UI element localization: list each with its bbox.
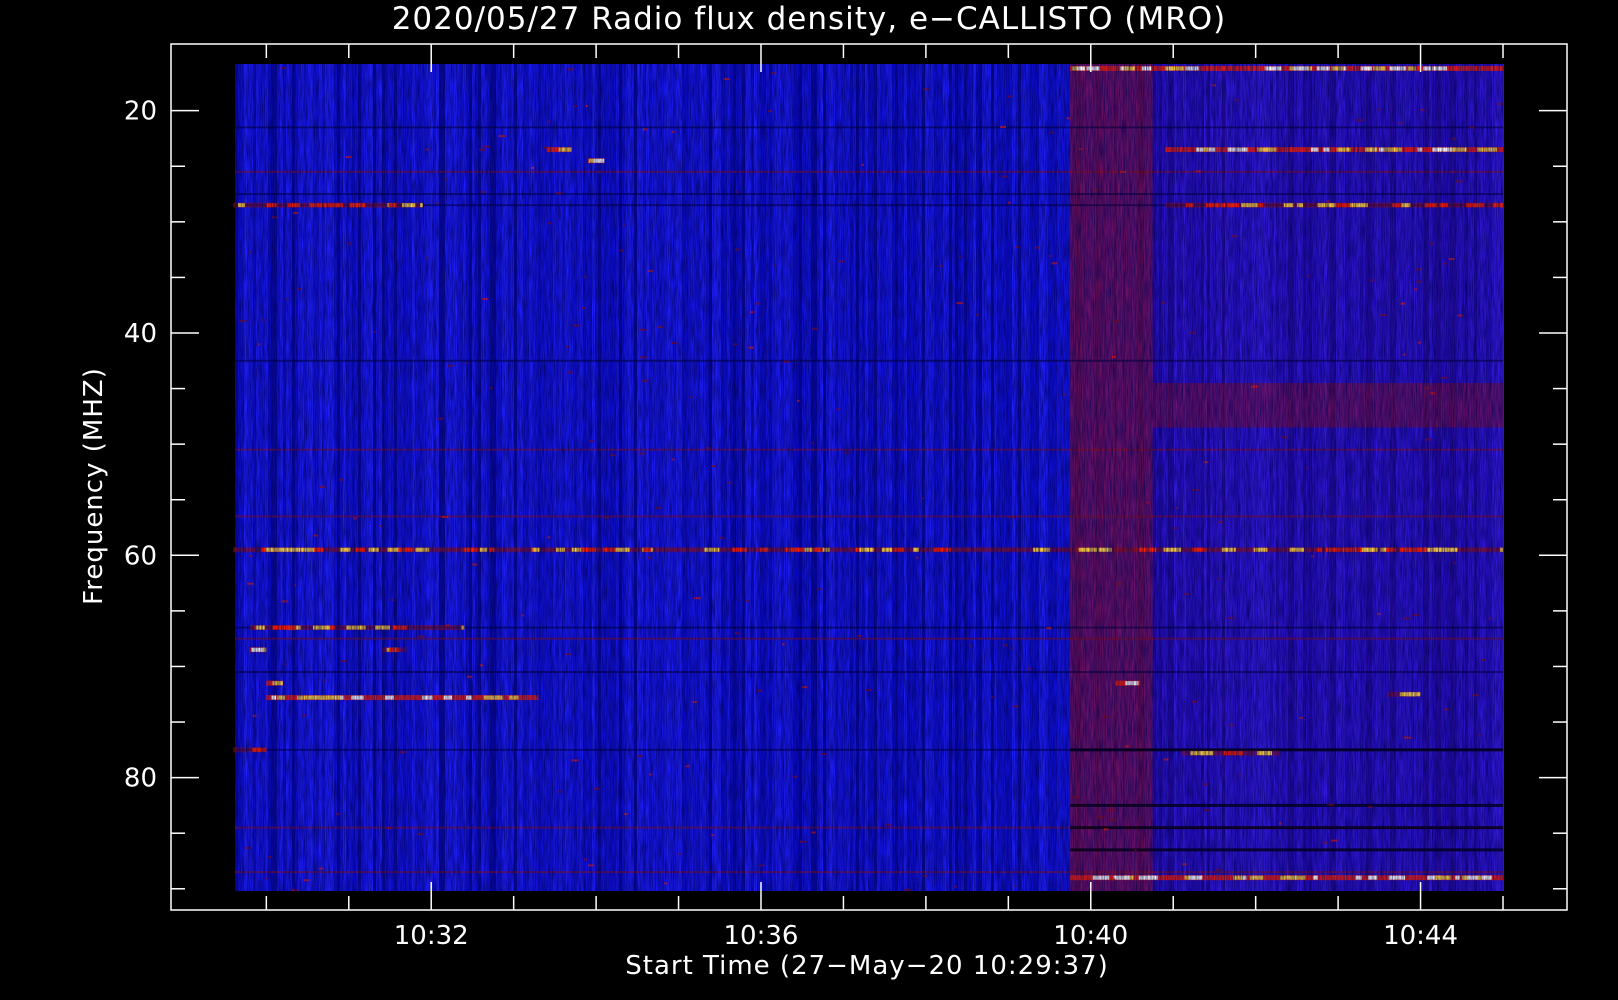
x-tick-label: 10:44 [1383,921,1458,951]
x-tick-label: 10:40 [1053,921,1128,951]
y-tick-label: 20 [124,97,157,127]
x-tick-label: 10:36 [724,921,799,951]
spectrogram-chart: 2020/05/27 Radio flux density, e−CALLIST… [79,1,1568,981]
y-tick-label: 60 [124,541,157,571]
x-tick-label: 10:32 [394,921,469,951]
texture-overlay [235,64,1503,891]
x-axis-label: Start Time (27−May−20 10:29:37) [625,951,1109,981]
y-axis-label: Frequency (MHZ) [79,367,109,605]
chart-title: 2020/05/27 Radio flux density, e−CALLIST… [392,1,1227,37]
heatmap-area [233,64,1504,892]
y-tick-label: 80 [124,764,157,794]
y-tick-label: 40 [124,319,157,349]
